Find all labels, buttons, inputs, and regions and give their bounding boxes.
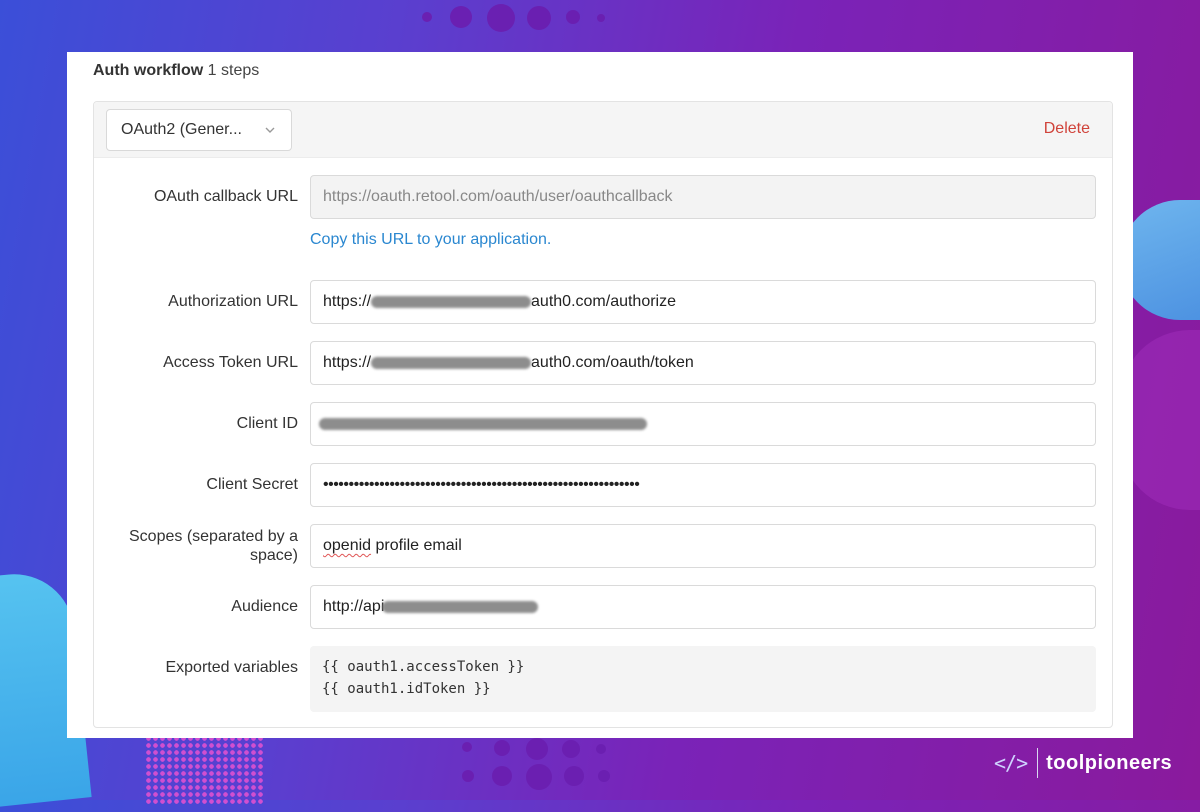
- decorative-dot: [527, 6, 551, 30]
- access-token-url-suffix: auth0.com/oauth/token: [531, 354, 694, 371]
- scopes-label: Scopes (separated by a space): [98, 527, 298, 565]
- redacted-text: [382, 601, 539, 613]
- panel-step-count: 1 steps: [207, 62, 260, 79]
- authorization-url-prefix: https://: [323, 293, 372, 310]
- access-token-url-label: Access Token URL: [163, 354, 298, 371]
- panel-title-strong: Auth workflow: [93, 62, 204, 79]
- decorative-dot: [597, 14, 605, 22]
- brand-name: toolpioneers: [1046, 751, 1173, 774]
- decorative-dot: [596, 744, 606, 754]
- brand-divider: [1037, 748, 1039, 778]
- decorative-dot: [564, 766, 584, 786]
- exported-variable-id-token: {{ oauth1.idToken }}: [322, 681, 491, 697]
- exported-variables-box: {{ oauth1.accessToken }} {{ oauth1.idTok…: [310, 646, 1096, 712]
- decorative-dot: [450, 6, 472, 28]
- client-id-input[interactable]: [310, 402, 1096, 446]
- access-token-url-input[interactable]: https:// auth0.com/oauth/token: [310, 341, 1096, 385]
- auth-step-card: OAuth2 (Gener... Delete OAuth callback U…: [93, 101, 1113, 728]
- audience-prefix: http://api: [323, 598, 385, 615]
- decorative-halftone: [145, 735, 265, 805]
- audience-input[interactable]: http://api: [310, 585, 1096, 629]
- audience-label: Audience: [231, 598, 298, 615]
- callback-url-field[interactable]: https://oauth.retool.com/oauth/user/oaut…: [310, 175, 1096, 219]
- decorative-dot: [598, 770, 610, 782]
- access-token-url-prefix: https://: [323, 354, 372, 371]
- decorative-dot: [566, 10, 580, 24]
- callback-url-value: https://oauth.retool.com/oauth/user/oaut…: [323, 188, 673, 205]
- exported-variables-label: Exported variables: [165, 659, 298, 676]
- decorative-dot: [526, 738, 548, 760]
- chevron-down-icon: [263, 123, 277, 137]
- authorization-url-suffix: auth0.com/authorize: [531, 293, 677, 310]
- redacted-text: [319, 418, 647, 430]
- scopes-label-line1: Scopes (separated by a: [129, 528, 298, 545]
- decorative-dot: [562, 740, 580, 758]
- client-id-label: Client ID: [236, 415, 298, 432]
- decorative-dot: [494, 740, 510, 756]
- callback-url-label: OAuth callback URL: [153, 188, 298, 205]
- redacted-text: [371, 357, 532, 369]
- decorative-dot: [492, 766, 512, 786]
- copy-url-hint-link[interactable]: Copy this URL to your application.: [310, 231, 551, 249]
- step-header: OAuth2 (Gener... Delete: [94, 102, 1112, 158]
- decorative-dot: [462, 770, 474, 782]
- auth-type-select[interactable]: OAuth2 (Gener...: [106, 109, 292, 151]
- auth-type-select-value: OAuth2 (Gener...: [121, 121, 242, 138]
- decorative-dot: [462, 742, 472, 752]
- panel-title: Auth workflow 1 steps: [93, 62, 259, 80]
- authorization-url-input[interactable]: https:// auth0.com/authorize: [310, 280, 1096, 324]
- delete-step-button[interactable]: Delete: [1044, 120, 1090, 138]
- scopes-input[interactable]: openid profile email: [310, 524, 1096, 568]
- auth-workflow-panel: Auth workflow 1 steps OAuth2 (Gener... D…: [67, 52, 1133, 738]
- client-secret-input[interactable]: ••••••••••••••••••••••••••••••••••••••••…: [310, 463, 1096, 507]
- client-secret-label: Client Secret: [206, 476, 298, 493]
- redacted-text: [371, 296, 532, 308]
- code-brackets-icon: </>: [994, 751, 1028, 775]
- decorative-dot: [422, 12, 432, 22]
- exported-variable-access-token: {{ oauth1.accessToken }}: [322, 659, 525, 675]
- scopes-label-line2: space): [249, 547, 298, 564]
- decorative-dot: [487, 4, 515, 32]
- authorization-url-label: Authorization URL: [168, 293, 298, 310]
- brand-logo: </> toolpioneers: [994, 744, 1172, 782]
- decorative-dot: [526, 764, 552, 790]
- client-secret-value: ••••••••••••••••••••••••••••••••••••••••…: [323, 476, 640, 493]
- scopes-rest: profile email: [371, 537, 462, 554]
- scopes-word-openid: openid: [323, 537, 372, 554]
